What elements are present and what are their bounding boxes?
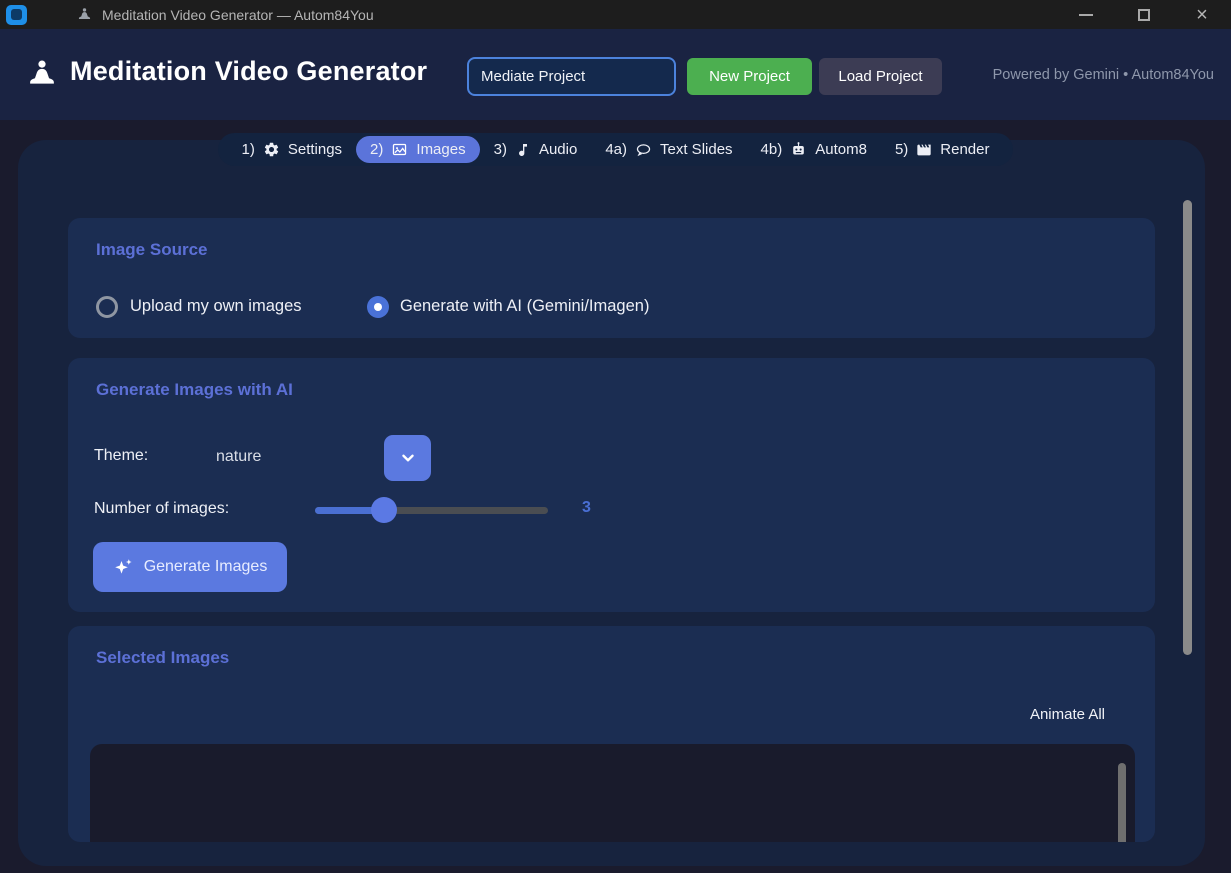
tab-label: Text Slides (660, 141, 733, 158)
project-name-input[interactable] (467, 57, 676, 96)
image-count-slider[interactable] (315, 497, 548, 523)
generate-images-card: Generate Images with AI Theme: nature Nu… (68, 358, 1155, 612)
tab-label: Autom8 (815, 141, 867, 158)
music-note-icon (515, 142, 531, 158)
selected-images-card: Selected Images Animate All (68, 626, 1155, 842)
theme-label: Theme: (94, 447, 148, 465)
tab-autom8[interactable]: 4b) Autom8 (747, 136, 881, 163)
image-list-scrollbar[interactable] (1118, 763, 1126, 842)
tab-audio[interactable]: 3) Audio (480, 136, 592, 163)
tab-label: Render (940, 141, 989, 158)
radio-generate-ai[interactable] (367, 296, 389, 318)
app-window: Meditation Video Generator — Autom84You … (0, 0, 1231, 873)
tab-label: Settings (288, 141, 342, 158)
tab-text-slides[interactable]: 4a) Text Slides (591, 136, 746, 163)
meditation-person-icon (77, 7, 92, 22)
gear-icon (263, 141, 280, 158)
clapperboard-icon (916, 142, 932, 158)
meditation-person-icon (26, 58, 58, 95)
theme-value: nature (216, 448, 261, 466)
page-scrollbar[interactable] (1183, 200, 1192, 655)
close-icon[interactable]: × (1173, 0, 1231, 29)
tab-render[interactable]: 5) Render (881, 136, 1004, 163)
tab-prefix: 5) (895, 141, 908, 158)
step-tabbar: 1) Settings 2) Images 3) Audio (218, 133, 1014, 166)
radio-label[interactable]: Generate with AI (Gemini/Imagen) (400, 297, 649, 316)
image-count-label: Number of images: (94, 500, 229, 518)
section-title: Image Source (96, 240, 208, 260)
main-panel: Image Source Upload my own images Genera… (18, 140, 1205, 866)
tab-prefix: 3) (494, 141, 507, 158)
radio-upload-images[interactable] (96, 296, 118, 318)
speech-bubble-icon (635, 141, 652, 158)
slider-thumb[interactable] (371, 497, 397, 523)
window-title: Meditation Video Generator — Autom84You (102, 7, 374, 23)
chevron-down-icon (398, 448, 418, 468)
generate-images-button[interactable]: Generate Images (93, 542, 287, 592)
tab-prefix: 2) (370, 141, 383, 158)
tab-label: Images (416, 141, 465, 158)
maximize-icon[interactable] (1115, 0, 1173, 29)
powered-by-text: Powered by Gemini • Autom84You (993, 67, 1214, 83)
tab-images[interactable]: 2) Images (356, 136, 480, 163)
app-header: Meditation Video Generator New Project L… (0, 29, 1231, 120)
selected-images-list (90, 744, 1135, 842)
generate-button-label: Generate Images (144, 558, 268, 576)
app-logo-icon (6, 5, 27, 25)
radio-label[interactable]: Upload my own images (130, 297, 302, 316)
image-icon (391, 141, 408, 158)
sparkle-icon (113, 558, 134, 576)
tab-settings[interactable]: 1) Settings (228, 136, 357, 163)
load-project-button[interactable]: Load Project (819, 58, 942, 95)
robot-icon (790, 141, 807, 158)
image-source-card: Image Source Upload my own images Genera… (68, 218, 1155, 338)
tab-label: Audio (539, 141, 577, 158)
animate-all-toggle[interactable]: Animate All (1030, 706, 1105, 723)
minimize-icon[interactable] (1057, 0, 1115, 29)
titlebar: Meditation Video Generator — Autom84You … (0, 0, 1231, 29)
tab-prefix: 4b) (761, 141, 783, 158)
tab-prefix: 1) (242, 141, 255, 158)
page-title: Meditation Video Generator (70, 56, 427, 87)
new-project-button[interactable]: New Project (687, 58, 812, 95)
section-title: Generate Images with AI (96, 380, 293, 400)
section-title: Selected Images (96, 648, 229, 668)
tab-prefix: 4a) (605, 141, 627, 158)
theme-dropdown-button[interactable] (384, 435, 431, 481)
image-count-value: 3 (582, 499, 591, 517)
